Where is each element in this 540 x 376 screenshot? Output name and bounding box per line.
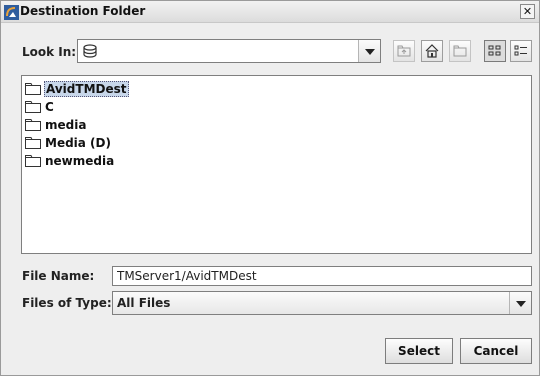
- folder-icon: [25, 137, 41, 149]
- java-app-icon: [4, 5, 19, 20]
- file-item-media-d[interactable]: Media (D): [25, 134, 112, 152]
- folder-icon: [25, 101, 41, 113]
- details-view-button[interactable]: [510, 40, 532, 62]
- files-of-type-value: All Files: [117, 296, 171, 310]
- file-name-label: AvidTMDest: [44, 81, 129, 97]
- file-name-label: media: [45, 118, 87, 132]
- file-item-c[interactable]: C: [25, 98, 55, 116]
- new-folder-icon: [453, 45, 467, 57]
- select-button[interactable]: Select: [385, 338, 453, 364]
- details-view-icon: [514, 45, 527, 56]
- cancel-button[interactable]: Cancel: [460, 338, 532, 364]
- files-of-type-label: Files of Type:: [22, 296, 112, 310]
- file-name-field-label: File Name:: [22, 269, 95, 283]
- list-view-icon: [488, 45, 501, 56]
- home-button[interactable]: [421, 40, 443, 62]
- look-in-combo[interactable]: [77, 39, 381, 63]
- file-item-media[interactable]: media: [25, 116, 87, 134]
- file-list[interactable]: AvidTMDest C media Media (D) newmedia: [21, 75, 532, 254]
- up-one-level-button[interactable]: [393, 40, 415, 62]
- up-one-level-icon: [397, 45, 411, 57]
- look-in-dropdown-arrow[interactable]: [358, 40, 380, 62]
- look-in-label: Look In:: [22, 45, 77, 59]
- new-folder-button[interactable]: [449, 40, 471, 62]
- list-view-button[interactable]: [484, 40, 506, 62]
- file-item-avidtmdest[interactable]: AvidTMDest: [25, 80, 129, 98]
- close-button[interactable]: ✕: [520, 4, 535, 19]
- file-name-label: C: [45, 100, 54, 114]
- drive-icon: [83, 44, 97, 58]
- title-bar[interactable]: Destination Folder ✕: [1, 1, 539, 23]
- folder-icon: [25, 155, 41, 167]
- file-name-input[interactable]: [112, 266, 532, 286]
- window-title: Destination Folder: [20, 4, 146, 18]
- file-name-label: Media (D): [45, 136, 111, 150]
- file-item-newmedia[interactable]: newmedia: [25, 152, 115, 170]
- file-name-label: newmedia: [45, 154, 115, 168]
- folder-icon: [25, 119, 41, 131]
- close-icon: ✕: [522, 5, 533, 18]
- files-of-type-combo[interactable]: All Files: [112, 291, 532, 315]
- home-icon: [425, 44, 439, 58]
- destination-folder-dialog: Destination Folder ✕ Look In: AvidTMDest…: [0, 0, 540, 376]
- files-of-type-dropdown-arrow[interactable]: [509, 292, 531, 314]
- folder-icon: [25, 83, 41, 95]
